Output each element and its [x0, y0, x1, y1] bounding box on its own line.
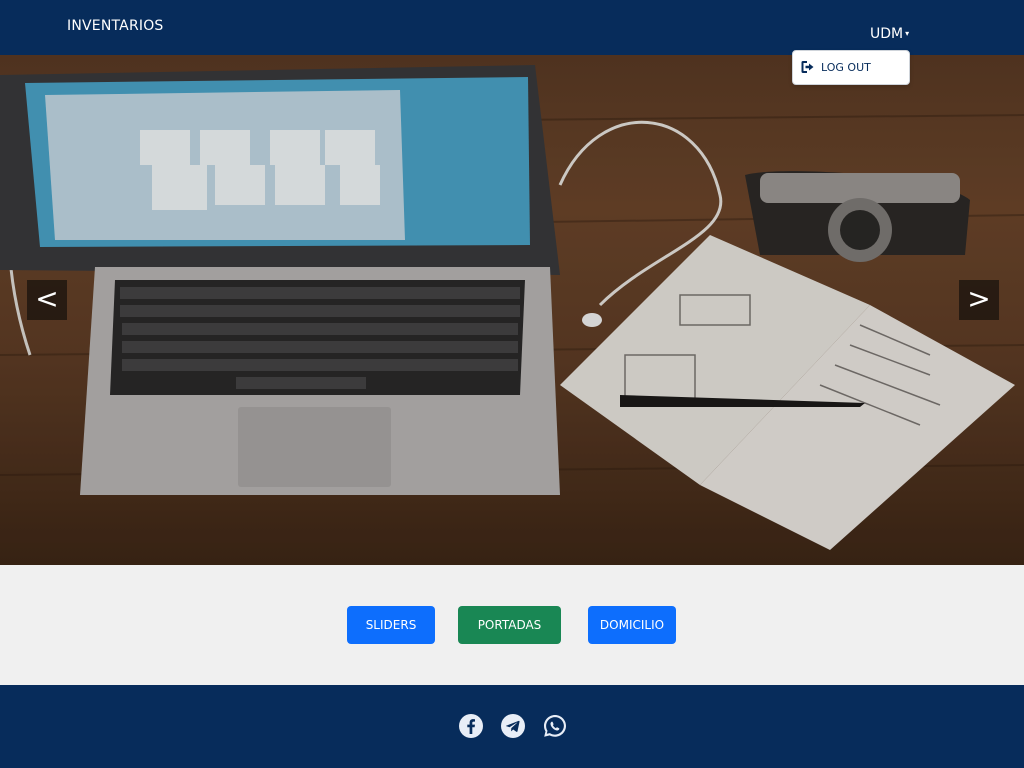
whatsapp-icon[interactable] [542, 713, 568, 739]
brand-link[interactable]: INVENTARIOS [67, 18, 164, 34]
logout-menu-item[interactable]: LOG OUT [801, 60, 871, 74]
portadas-button[interactable]: PORTADAS [458, 606, 561, 644]
logout-label: LOG OUT [821, 60, 871, 74]
site-footer [0, 685, 1024, 768]
telegram-icon[interactable] [500, 713, 526, 739]
carousel-next-button[interactable]: > [959, 280, 999, 320]
facebook-icon[interactable] [458, 713, 484, 739]
sign-out-icon [801, 61, 814, 73]
carousel-prev-button[interactable]: < [27, 280, 67, 320]
top-navbar: INVENTARIOS UDM ▾ [0, 0, 1024, 55]
caret-down-icon: ▾ [905, 29, 910, 38]
carousel-slide-image [0, 55, 1024, 565]
user-menu-toggle[interactable]: UDM ▾ [870, 26, 909, 42]
user-dropdown-menu: LOG OUT [792, 50, 910, 85]
user-menu-label: UDM [870, 26, 904, 42]
sliders-button[interactable]: SLIDERS [347, 606, 435, 644]
domicilio-button[interactable]: DOMICILIO [588, 606, 676, 644]
hero-carousel [0, 55, 1024, 565]
